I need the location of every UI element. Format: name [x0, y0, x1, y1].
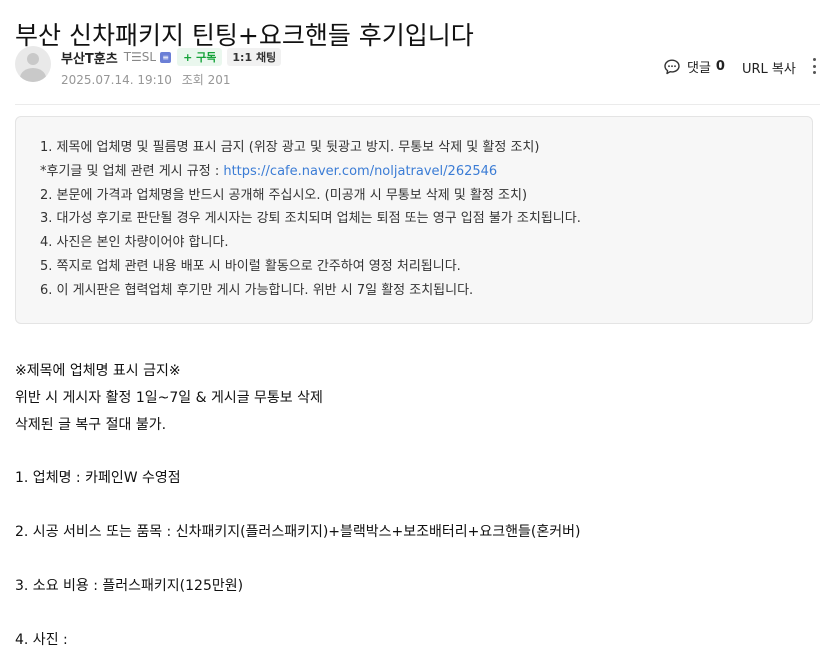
notice-rules-link[interactable]: https://cafe.naver.com/noljatravel/26254… — [223, 164, 497, 179]
view-count: 조회 201 — [181, 73, 231, 87]
url-copy-button[interactable]: URL 복사 — [742, 58, 796, 77]
member-level: T☰SL — [123, 50, 157, 64]
cost-line: 3. 소요 비용 : 플러스패키지(125만원) — [15, 577, 244, 594]
member-level-icon: ≡ — [160, 51, 172, 63]
author-avatar[interactable] — [15, 46, 51, 82]
notice-item: 1. 제목에 업체명 및 필름명 표시 금지 (위장 광고 및 뒷광고 방지. … — [40, 140, 540, 155]
warning-line: 위반 시 게시자 활정 1일~7일 & 게시글 무통보 삭제 — [15, 389, 323, 406]
comment-button[interactable]: 댓글 0 — [663, 57, 725, 76]
notice-item: 3. 대가성 후기로 판단될 경우 게시자는 강퇴 조치되며 업체는 퇴점 또는… — [40, 211, 581, 227]
header-divider — [15, 104, 820, 105]
notice-item: 6. 이 게시판은 협력업체 후기만 게시 가능합니다. 위반 시 7일 활정 … — [40, 282, 474, 298]
notice-item: 2. 본문에 가격과 업체명을 반드시 공개해 주십시오. (미공개 시 무통보… — [40, 187, 528, 203]
notice-item: 4. 사진은 본인 차량이어야 합니다. — [40, 235, 229, 251]
warning-title: ※제목에 업체명 표시 금지※ — [15, 363, 181, 379]
notice-rules-text: *후기글 및 업체 관련 게시 규정 : — [40, 163, 224, 179]
comment-count: 0 — [715, 59, 725, 74]
chat-button[interactable]: 1:1 채팅 — [227, 48, 282, 66]
notice-box: 1. 제목에 업체명 및 필름명 표시 금지 (위장 광고 및 뒷광고 방지. … — [15, 116, 813, 324]
service-line: 2. 시공 서비스 또는 품목 : 신차패키지(플러스패키지)+블랙박스+보조배… — [15, 524, 581, 541]
author-name[interactable]: 부산T훈츠 — [61, 48, 118, 67]
notice-item-rules: *후기글 및 업체 관련 게시 규정 : https://cafe.naver.… — [40, 160, 812, 184]
post-date: 2025.07.14. 19:10 — [61, 73, 172, 87]
warning-line: 삭제된 글 복구 절대 불가. — [15, 416, 167, 433]
business-name-line: 1. 업체명 : 카페인W 수영점 — [15, 470, 181, 487]
comment-label: 댓글 — [687, 61, 711, 76]
more-options-icon[interactable] — [810, 56, 818, 76]
notice-item: 5. 쪽지로 업체 관련 내용 배포 시 바이럴 활동으로 간주하여 영정 처리… — [40, 258, 461, 274]
comment-icon — [664, 59, 680, 74]
author-info: 부산T훈츠 T☰SL ≡ + 구독 1:1 채팅 — [61, 47, 282, 67]
post-meta: 2025.07.14. 19:10 조회 201 — [61, 71, 231, 88]
post-body: ※제목에 업체명 표시 금지※ 위반 시 게시자 활정 1일~7일 & 게시글 … — [15, 358, 820, 654]
subscribe-button[interactable]: + 구독 — [177, 48, 223, 66]
photo-line: 4. 사진 : — [15, 631, 68, 648]
